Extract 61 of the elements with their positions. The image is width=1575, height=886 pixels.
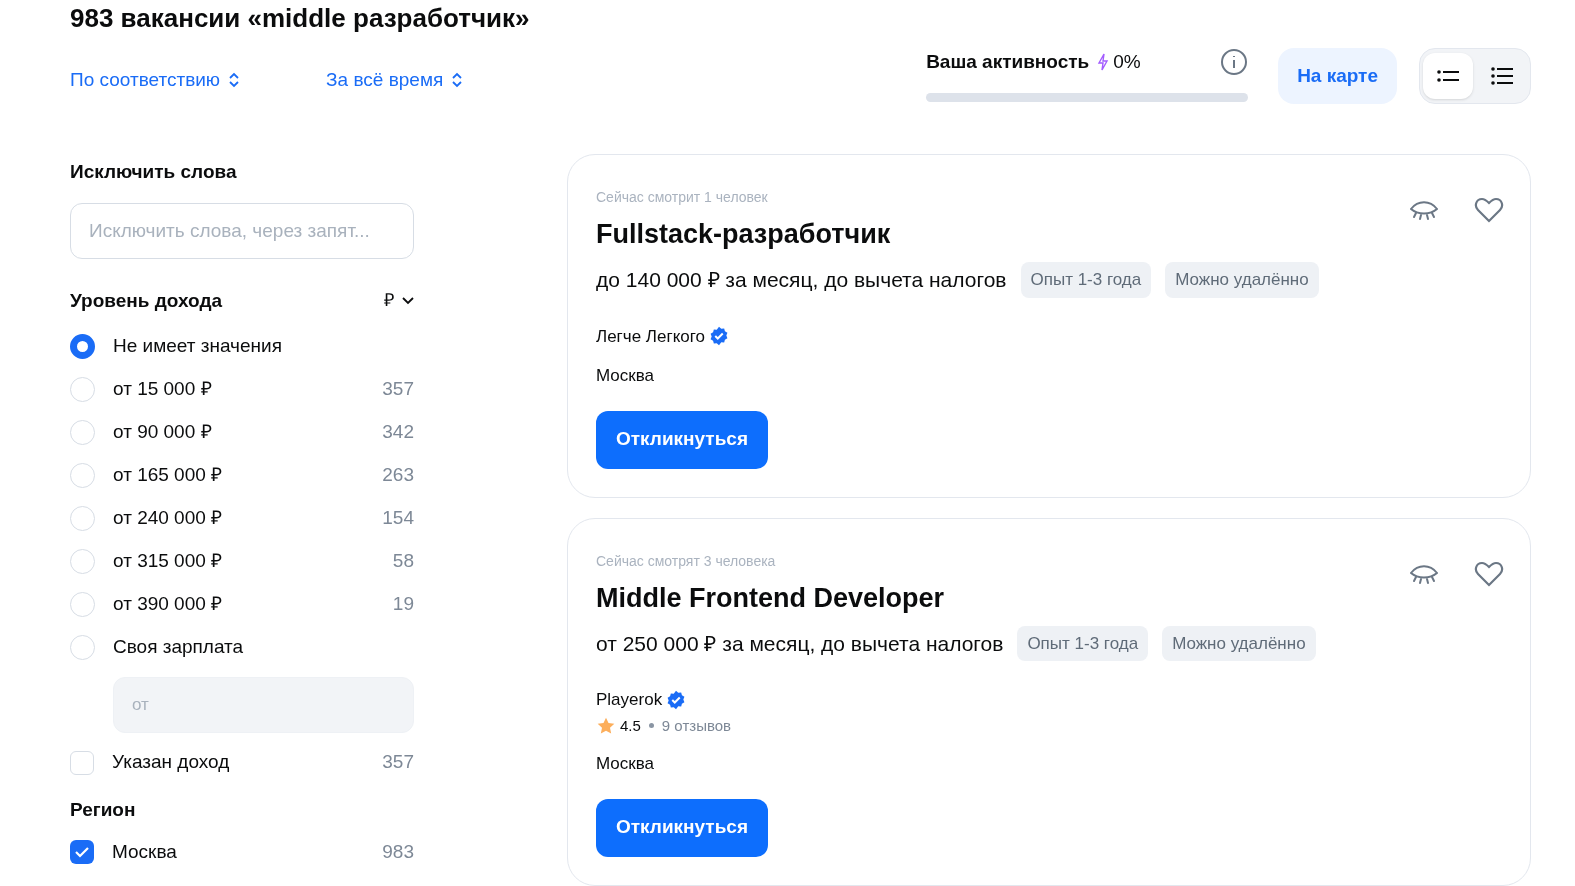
- checkbox[interactable]: [70, 750, 94, 775]
- section-heading: Регион: [70, 798, 137, 822]
- checkbox[interactable]: [70, 840, 94, 864]
- city-text: Москва: [596, 365, 656, 387]
- count-text: 58: [392, 549, 414, 574]
- chevron-down-icon: [402, 296, 414, 305]
- radio-button[interactable]: [70, 334, 95, 359]
- page-title: 983 вакансии «middle разработчик»: [70, 2, 531, 34]
- checkbox-label[interactable]: Указан доход: [112, 748, 230, 777]
- list-icon: [1437, 69, 1459, 83]
- radio-label[interactable]: от 315 000 ₽: [113, 547, 223, 576]
- map-button[interactable]: На карте: [1278, 48, 1397, 104]
- currency-dropdown[interactable]: ₽: [384, 287, 414, 315]
- viewers-text: Сейчас смотрит 1 человек: [596, 188, 769, 207]
- activity-value: 0%: [1113, 50, 1141, 74]
- section-heading: Уровень дохода: [70, 288, 222, 313]
- checkbox-label[interactable]: Москва: [112, 837, 177, 867]
- tag-label: Можно удалённо: [1162, 625, 1316, 661]
- lightning-icon: [1097, 53, 1110, 72]
- count-text: 263: [382, 463, 414, 488]
- radio-label[interactable]: от 240 000 ₽: [113, 504, 223, 533]
- salary-text: от 250 000 ₽ за месяц, до вычета налогов: [596, 630, 1004, 657]
- count-text: 154: [382, 506, 414, 531]
- custom-salary-field[interactable]: от: [113, 677, 414, 733]
- city-text: Москва: [596, 753, 656, 775]
- info-icon[interactable]: [1220, 48, 1249, 77]
- list-icon: [1491, 66, 1513, 86]
- apply-button[interactable]: Откликнуться: [596, 410, 768, 469]
- check-icon: [75, 846, 89, 858]
- count-text: 357: [382, 750, 414, 775]
- section-heading: Исключить слова: [70, 160, 238, 184]
- tag-label: Опыт 1-3 года: [1017, 625, 1149, 661]
- view-toggle-button[interactable]: [1423, 53, 1473, 99]
- reviews-link[interactable]: 9 отзывов: [661, 714, 732, 737]
- sort-chevrons-icon: [451, 71, 464, 90]
- viewers-text: Сейчас смотрят 3 человека: [596, 551, 777, 571]
- tag-label: Опыт 1-3 года: [1020, 262, 1152, 298]
- count-text: 342: [382, 420, 414, 445]
- dot-separator-icon: [648, 723, 654, 729]
- radio-label[interactable]: Не имеет значения: [113, 332, 282, 361]
- apply-button[interactable]: Откликнуться: [596, 798, 768, 857]
- tag-label: Можно удалённо: [1165, 262, 1319, 298]
- radio-label[interactable]: от 165 000 ₽: [113, 461, 223, 490]
- activity-label: Ваша активность: [926, 50, 1090, 74]
- salary-text: до 140 000 ₽ за месяц, до вычета налогов: [596, 267, 1007, 293]
- count-text: 983: [382, 839, 414, 864]
- vacancy-title[interactable]: Fullstack-разработчик: [596, 216, 1506, 252]
- radio-label[interactable]: от 90 000 ₽: [113, 418, 212, 447]
- sort-chevrons-icon: [228, 71, 241, 90]
- sort-dropdown[interactable]: По соответствию: [70, 66, 241, 95]
- vacancy-title[interactable]: Middle Frontend Developer: [596, 579, 1506, 616]
- company-name[interactable]: Playerok: [596, 687, 663, 713]
- radio-label[interactable]: Своя зарплата: [113, 633, 244, 662]
- sort-dropdown[interactable]: За всё время: [326, 66, 464, 95]
- radio-label[interactable]: от 390 000 ₽: [113, 590, 223, 619]
- radio-label[interactable]: от 15 000 ₽: [113, 375, 212, 404]
- company-name[interactable]: Легче Легкого: [596, 323, 706, 349]
- count-text: 357: [382, 377, 414, 402]
- rating-value: 4.5: [620, 715, 641, 736]
- count-text: 19: [392, 592, 414, 617]
- exclude-words-field[interactable]: Исключить слова, через запят...: [70, 202, 414, 259]
